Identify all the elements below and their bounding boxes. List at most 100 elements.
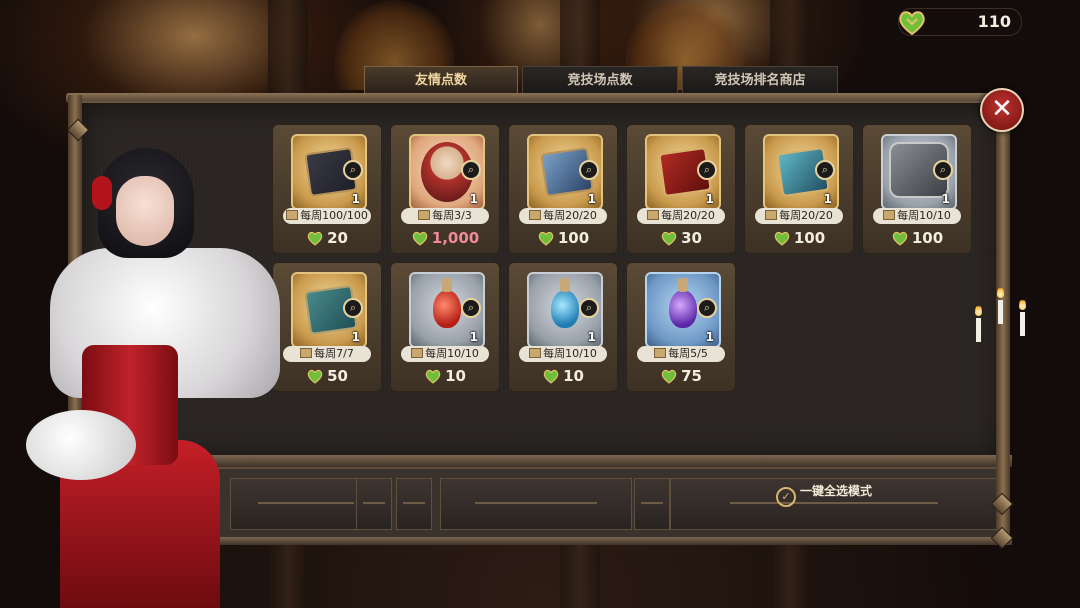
candle bbox=[976, 318, 981, 342]
magnify-icon[interactable]: ⌕ bbox=[697, 160, 717, 180]
candle-flame bbox=[1019, 298, 1026, 310]
friendship-heart-icon bbox=[543, 369, 559, 384]
character-face bbox=[116, 176, 174, 246]
currency-display: 110 bbox=[898, 8, 1022, 36]
box-icon bbox=[411, 348, 424, 358]
magnify-icon[interactable]: ⌕ bbox=[461, 298, 481, 318]
limit-text: 每周5/5 bbox=[668, 347, 708, 360]
candle bbox=[1020, 312, 1025, 336]
purchase-limit: 每周10/10 bbox=[401, 346, 489, 362]
item-quantity: 1 bbox=[705, 192, 714, 206]
tab-arena-points[interactable]: 竞技场点数 bbox=[522, 66, 678, 94]
friendship-heart-icon bbox=[774, 231, 790, 246]
check-icon: ✓ bbox=[776, 487, 796, 507]
box-icon bbox=[529, 348, 542, 358]
price-value: 10 bbox=[563, 367, 584, 385]
shop-item[interactable]: ⌕ 1 每周20/20 30 bbox=[626, 124, 736, 254]
limit-text: 每周10/10 bbox=[425, 347, 479, 360]
item-quantity: 1 bbox=[823, 192, 832, 206]
item-quantity: 1 bbox=[705, 330, 714, 344]
item-thumbnail: ⌕ 1 bbox=[527, 272, 603, 348]
red-potion-icon bbox=[433, 278, 461, 328]
select-all-label: 一键全选模式 bbox=[800, 484, 873, 498]
magnify-icon[interactable]: ⌕ bbox=[815, 160, 835, 180]
friendship-heart-icon bbox=[892, 231, 908, 246]
magnify-icon[interactable]: ⌕ bbox=[343, 298, 363, 318]
item-price: 10 bbox=[509, 367, 617, 385]
close-button[interactable]: ✕ bbox=[980, 88, 1024, 132]
limit-text: 每周3/3 bbox=[432, 209, 472, 222]
item-price: 30 bbox=[627, 229, 735, 247]
character-illustration bbox=[20, 140, 280, 608]
shop-item[interactable]: ⌕ 1 每周20/20 100 bbox=[508, 124, 618, 254]
price-value: 20 bbox=[327, 229, 348, 247]
magnify-icon[interactable]: ⌕ bbox=[933, 160, 953, 180]
close-icon: ✕ bbox=[991, 94, 1013, 124]
box-icon bbox=[654, 348, 667, 358]
magnify-icon[interactable]: ⌕ bbox=[461, 160, 481, 180]
limit-text: 每周20/20 bbox=[661, 209, 715, 222]
tab-arena-ranking-shop[interactable]: 竞技场排名商店 bbox=[682, 66, 838, 94]
shop-item[interactable]: ⌕ 1 每周10/10 10 bbox=[390, 262, 500, 392]
price-value: 30 bbox=[681, 229, 702, 247]
magnify-icon[interactable]: ⌕ bbox=[697, 298, 717, 318]
item-price: 100 bbox=[745, 229, 853, 247]
currency-value: 110 bbox=[977, 12, 1011, 31]
ornament-panel bbox=[440, 478, 632, 530]
purchase-limit: 每周5/5 bbox=[637, 346, 725, 362]
magnify-icon[interactable]: ⌕ bbox=[579, 298, 599, 318]
shop-item[interactable]: ⌕ 1 每周10/10 10 bbox=[508, 262, 618, 392]
shop-item[interactable]: ⌕ 1 每周5/5 75 bbox=[626, 262, 736, 392]
item-thumbnail: ⌕ 1 bbox=[881, 134, 957, 210]
item-price: 20 bbox=[273, 229, 381, 247]
friendship-heart-icon bbox=[425, 369, 441, 384]
friendship-heart-icon bbox=[538, 231, 554, 246]
item-quantity: 1 bbox=[469, 330, 478, 344]
item-quantity: 1 bbox=[351, 192, 360, 206]
select-all-toggle[interactable]: ✓ 一键全选模式 bbox=[776, 482, 872, 507]
purchase-limit: 每周10/10 bbox=[519, 346, 607, 362]
purchase-limit: 每周3/3 bbox=[401, 208, 489, 224]
magnify-icon[interactable]: ⌕ bbox=[343, 160, 363, 180]
purchase-limit: 每周7/7 bbox=[283, 346, 371, 362]
friendship-heart-icon bbox=[412, 231, 428, 246]
purple-potion-icon bbox=[669, 278, 697, 328]
purchase-limit: 每周20/20 bbox=[755, 208, 843, 224]
box-icon bbox=[300, 348, 313, 358]
shop-item[interactable]: ⌕ 1 每周20/20 100 bbox=[744, 124, 854, 254]
item-price: 100 bbox=[863, 229, 971, 247]
friendship-heart-icon bbox=[661, 231, 677, 246]
blue-potion-icon bbox=[551, 278, 579, 328]
shop-item[interactable]: ⌕ 1 每周100/100 20 bbox=[272, 124, 382, 254]
magnify-icon[interactable]: ⌕ bbox=[579, 160, 599, 180]
limit-text: 每周100/100 bbox=[300, 209, 368, 222]
item-thumbnail: ⌕ 1 bbox=[645, 134, 721, 210]
item-thumbnail: ⌕ 1 bbox=[527, 134, 603, 210]
candle-flame bbox=[997, 286, 1004, 298]
price-value: 50 bbox=[327, 367, 348, 385]
item-thumbnail: ⌕ 1 bbox=[409, 272, 485, 348]
price-value: 100 bbox=[557, 229, 590, 247]
item-quantity: 1 bbox=[351, 330, 360, 344]
item-thumbnail: ⌕ 1 bbox=[409, 134, 485, 210]
friendship-heart-icon bbox=[307, 231, 323, 246]
item-price: 75 bbox=[627, 367, 735, 385]
box-icon bbox=[647, 210, 660, 220]
shop-item[interactable]: ⌕ 1 每周7/7 50 bbox=[272, 262, 382, 392]
item-thumbnail: ⌕ 1 bbox=[763, 134, 839, 210]
candle-flame bbox=[975, 304, 982, 316]
limit-text: 每周7/7 bbox=[314, 347, 354, 360]
item-thumbnail: ⌕ 1 bbox=[645, 272, 721, 348]
limit-text: 每周10/10 bbox=[543, 347, 597, 360]
character-bow bbox=[26, 410, 136, 480]
friendship-heart-icon bbox=[899, 11, 925, 36]
price-value: 100 bbox=[911, 229, 944, 247]
shop-item[interactable]: ⌕ 1 每周3/3 1,000 bbox=[390, 124, 500, 254]
tab-friendship-points[interactable]: 友情点数 bbox=[364, 66, 518, 94]
shop-item[interactable]: ⌕ 1 每周10/10 100 bbox=[862, 124, 972, 254]
purchase-limit: 每周100/100 bbox=[283, 208, 371, 224]
box-icon bbox=[286, 210, 299, 220]
item-thumbnail: ⌕ 1 bbox=[291, 272, 367, 348]
price-value: 10 bbox=[445, 367, 466, 385]
price-value: 75 bbox=[681, 367, 702, 385]
